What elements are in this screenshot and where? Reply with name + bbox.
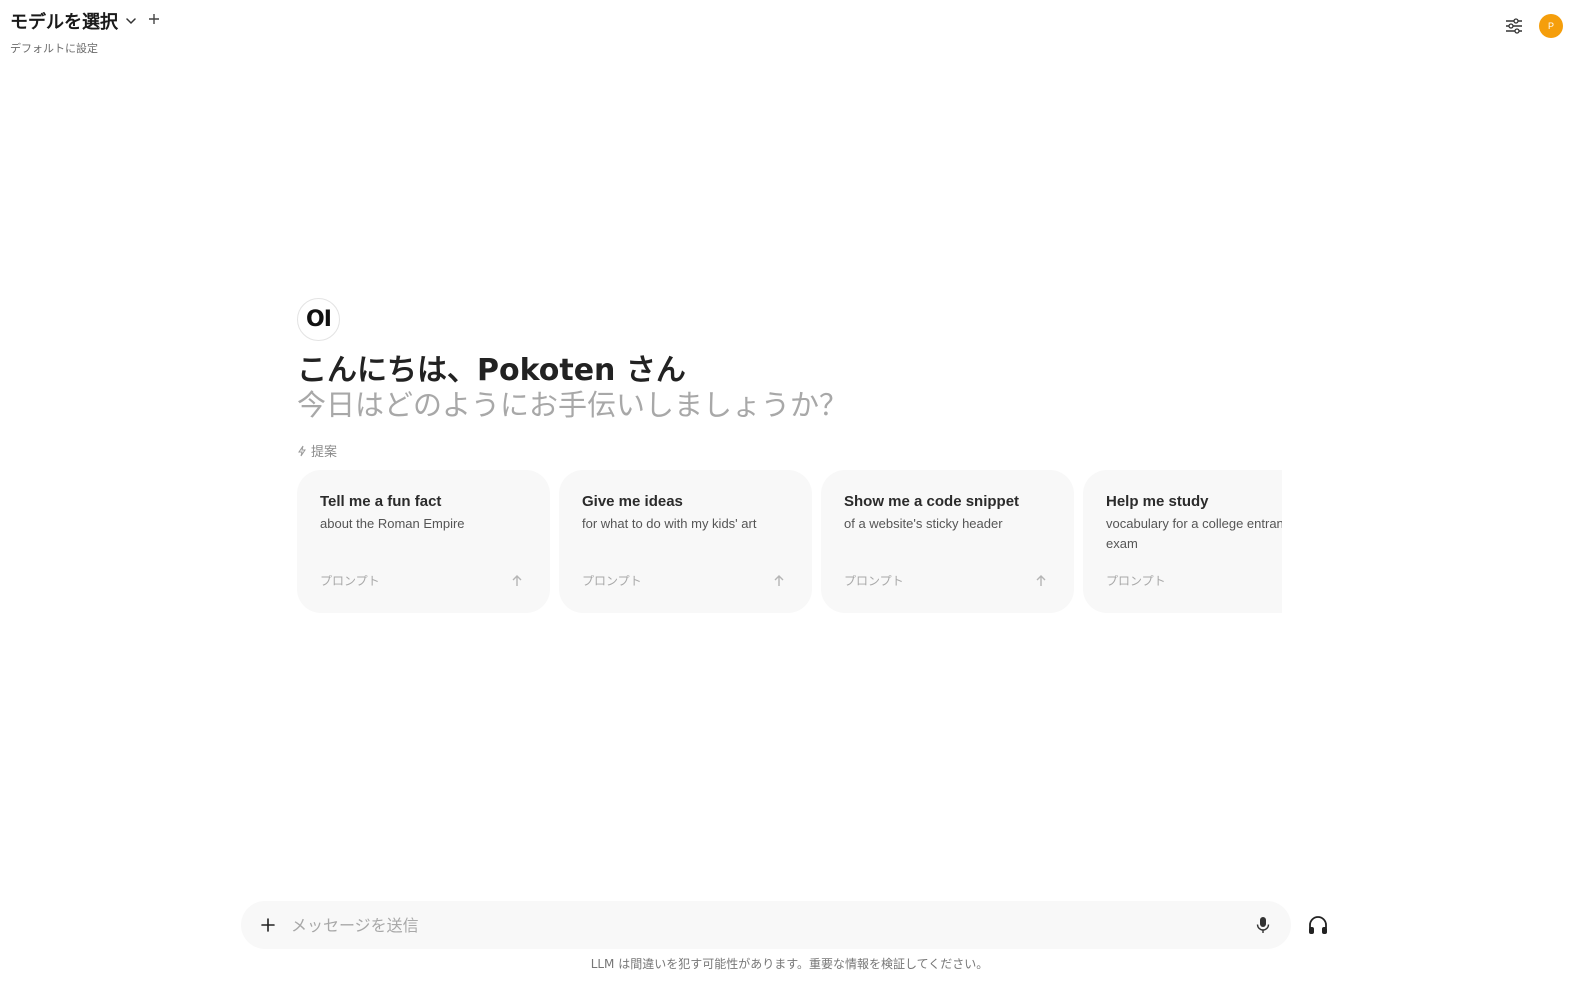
suggestion-footer: プロンプト: [844, 572, 1048, 589]
message-input[interactable]: [291, 915, 1253, 935]
suggestion-title: Give me ideas: [582, 493, 683, 510]
suggestions-header: 提案: [297, 441, 1282, 460]
suggestion-footer: プロンプト: [582, 572, 786, 589]
chat-page: モデルを選択 デフォルトに設定 P OI こんにちは、Pokoten さん 今日…: [0, 0, 1579, 981]
attach-button[interactable]: [259, 916, 277, 934]
suggestion-subtitle: of a website's sticky header: [844, 516, 1003, 531]
message-composer: [241, 901, 1291, 949]
suggestion-subtitle: about the Roman Empire: [320, 516, 465, 531]
header-controls: P: [1503, 14, 1563, 38]
arrow-up-icon: [510, 574, 524, 588]
suggestion-card[interactable]: Give me ideas for what to do with my kid…: [559, 470, 812, 613]
headphones-icon[interactable]: [1306, 913, 1330, 937]
plus-icon: [261, 918, 275, 932]
microphone-icon[interactable]: [1253, 915, 1273, 935]
suggestion-tag: プロンプト: [1106, 574, 1166, 588]
suggestion-subtitle: vocabulary for a college entrance exam: [1106, 516, 1282, 551]
arrow-up-icon: [1034, 574, 1048, 588]
model-select-button[interactable]: モデルを選択: [10, 8, 118, 34]
add-model-button[interactable]: [148, 13, 160, 29]
suggestion-footer: プロンプト: [1106, 572, 1282, 589]
suggestion-subtitle: for what to do with my kids' art: [582, 516, 757, 531]
lightning-icon: [298, 445, 306, 456]
arrow-up-icon: [772, 574, 786, 588]
suggestion-tag: プロンプト: [844, 574, 904, 588]
controls-sliders-icon[interactable]: [1503, 15, 1525, 37]
suggestion-footer: プロンプト: [320, 572, 524, 589]
suggestion-title: Tell me a fun fact: [320, 493, 442, 510]
suggestion-title: Show me a code snippet: [844, 493, 1020, 510]
welcome-section: OI こんにちは、Pokoten さん 今日はどのようにお手伝いしましょうか？ …: [297, 298, 1282, 613]
model-selector-row: モデルを選択: [10, 8, 160, 34]
suggestion-tag: プロンプト: [320, 574, 380, 588]
set-default-link[interactable]: デフォルトに設定: [10, 40, 160, 56]
chevron-down-icon[interactable]: [124, 14, 138, 28]
disclaimer-text: LLM は間違いを犯す可能性があります。重要な情報を検証してください。: [590, 957, 989, 971]
suggestion-cards: Tell me a fun fact about the Roman Empir…: [297, 470, 1282, 613]
greeting-subtitle: 今日はどのようにお手伝いしましょうか？: [297, 388, 849, 422]
suggestions-label: 提案: [311, 445, 338, 460]
suggestion-title: Help me study: [1106, 493, 1209, 510]
suggestion-card[interactable]: Show me a code snippet of a website's st…: [821, 470, 1074, 613]
greeting-title: こんにちは、Pokoten さん: [297, 353, 686, 388]
suggestion-tag: プロンプト: [582, 574, 642, 588]
app-logo: OI: [297, 298, 340, 341]
suggestion-card[interactable]: Help me study vocabulary for a college e…: [1083, 470, 1282, 613]
suggestion-card[interactable]: Tell me a fun fact about the Roman Empir…: [297, 470, 550, 613]
plus-icon: [149, 14, 159, 24]
model-selector-area: モデルを選択 デフォルトに設定: [10, 10, 160, 56]
avatar[interactable]: P: [1539, 14, 1563, 38]
